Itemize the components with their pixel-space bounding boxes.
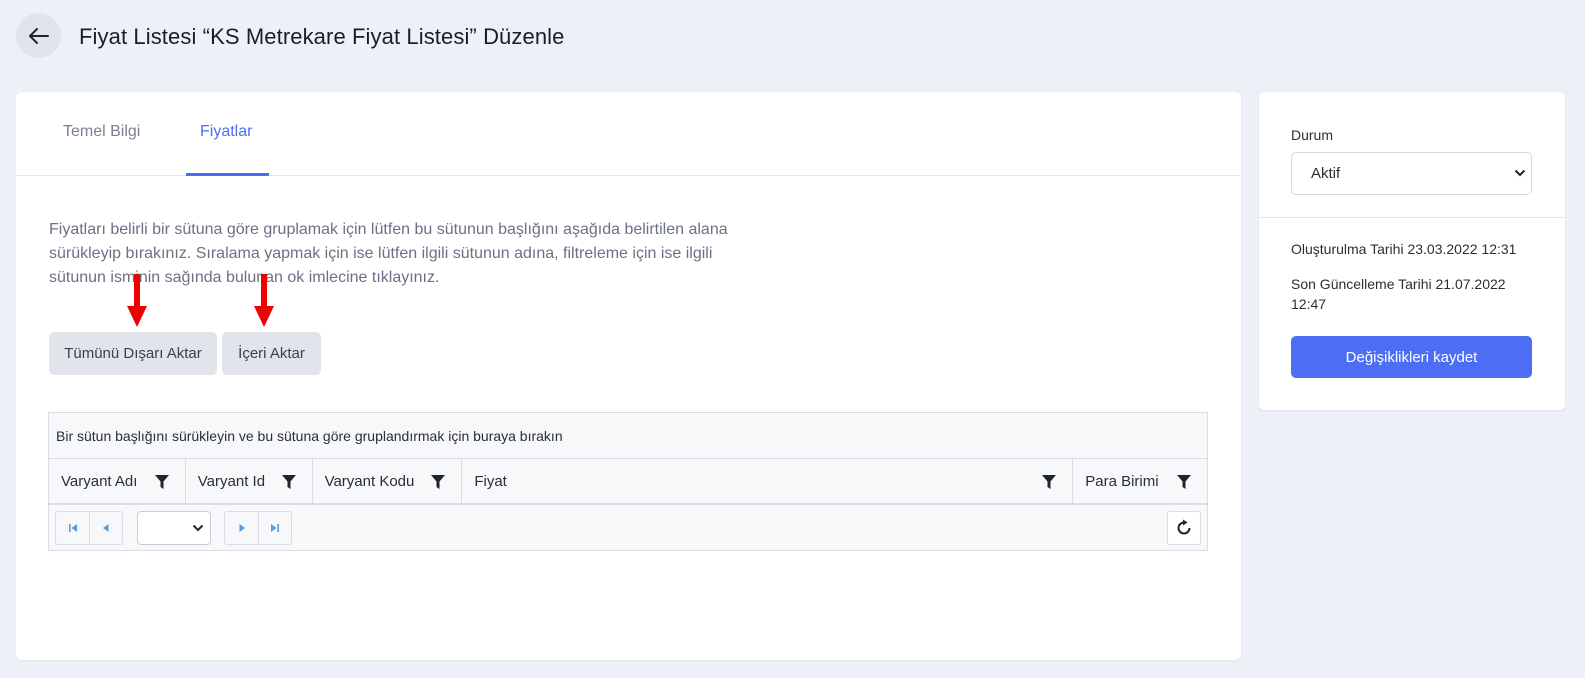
first-page-icon — [68, 524, 77, 532]
help-text: Fiyatları belirli bir sütuna göre grupla… — [49, 221, 728, 286]
column-header-label: Varyant Id — [197, 472, 266, 490]
last-page-button[interactable] — [258, 512, 291, 544]
save-changes-button[interactable]: Değişiklikleri kaydet — [1291, 336, 1532, 378]
status-label: Durum — [1291, 127, 1334, 143]
price-grid: Bir sütun başlığını sürükleyin ve bu süt… — [48, 412, 1208, 551]
status-select[interactable]: Aktif — [1291, 152, 1532, 195]
filter-icon[interactable] — [1042, 474, 1057, 490]
tab-fiyatlar[interactable]: Fiyatlar — [200, 123, 252, 141]
back-button[interactable] — [16, 13, 61, 58]
arrow-left-icon — [28, 27, 49, 44]
first-page-button[interactable] — [56, 512, 89, 544]
chevron-down-icon — [192, 524, 204, 532]
next-page-button[interactable] — [225, 512, 258, 544]
next-page-icon — [239, 524, 245, 532]
column-header-varyant-adi[interactable]: Varyant Adı — [49, 459, 186, 503]
status-card: Durum Aktif Oluşturulma Tarihi 23.03.202… — [1259, 92, 1565, 410]
column-header-para-birimi[interactable]: Para Birimi — [1073, 459, 1207, 503]
column-header-label: Varyant Adı — [61, 472, 138, 490]
page-select[interactable] — [137, 511, 211, 545]
tab-temel-bilgi[interactable]: Temel Bilgi — [63, 123, 140, 141]
refresh-button[interactable] — [1167, 511, 1201, 545]
column-header-label: Varyant Kodu — [324, 472, 415, 490]
page-title: Fiyat Listesi “KS Metrekare Fiyat Listes… — [79, 24, 565, 49]
last-page-icon — [271, 524, 279, 532]
main-card: Temel Bilgi Fiyatlar Fiyatları belirli b… — [16, 92, 1241, 660]
created-date: Oluşturulma Tarihi 23.03.2022 12:31 — [1291, 241, 1517, 257]
column-header-label: Fiyat — [474, 472, 507, 490]
updated-date: Son Güncelleme Tarihi 21.07.2022 12:47 — [1291, 276, 1506, 312]
filter-icon[interactable] — [154, 474, 169, 490]
red-arrow-down-icon — [254, 274, 274, 327]
grid-pager — [49, 505, 1207, 550]
column-header-fiyat[interactable]: Fiyat — [462, 459, 1074, 503]
grid-header-row: Varyant Adı Varyant Id Varyant Kodu Fiya… — [49, 459, 1207, 505]
column-header-varyant-kodu[interactable]: Varyant Kodu — [313, 459, 463, 503]
import-button[interactable]: İçeri Aktar — [222, 332, 321, 375]
filter-icon[interactable] — [1177, 474, 1192, 490]
column-header-varyant-id[interactable]: Varyant Id — [186, 459, 313, 503]
tab-bar: Temel Bilgi Fiyatlar — [16, 92, 1241, 176]
prev-page-icon — [103, 524, 109, 532]
group-panel[interactable]: Bir sütun başlığını sürükleyin ve bu süt… — [49, 413, 1207, 459]
export-all-button[interactable]: Tümünü Dışarı Aktar — [49, 332, 217, 375]
divider — [1259, 217, 1565, 218]
filter-icon[interactable] — [281, 474, 296, 490]
filter-icon[interactable] — [431, 474, 446, 490]
pager-nav-right — [224, 511, 292, 545]
pager-nav-left — [55, 511, 123, 545]
prev-page-button[interactable] — [89, 512, 122, 544]
red-arrow-down-icon — [127, 274, 147, 327]
refresh-icon — [1177, 519, 1191, 535]
status-select-value: Aktif — [1311, 165, 1341, 182]
active-tab-indicator — [186, 173, 269, 176]
chevron-down-icon — [1514, 169, 1526, 177]
column-header-label: Para Birimi — [1085, 472, 1159, 490]
